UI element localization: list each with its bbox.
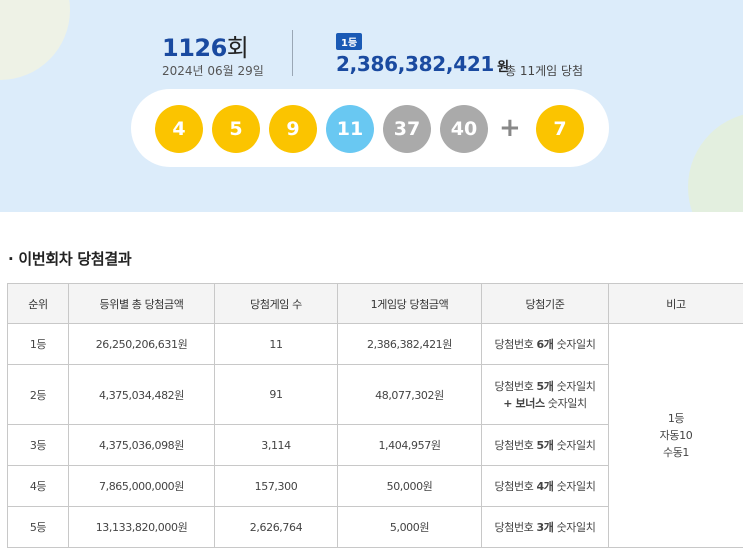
cell-total-prize: 7,865,000,000원	[68, 465, 215, 507]
criteria-text: 3개	[536, 520, 554, 534]
criteria-line: 당첨번호 3개 숫자일치	[482, 519, 608, 536]
cell-winning-games: 91	[214, 364, 338, 425]
criteria-text: 5개	[536, 379, 554, 393]
winning-ball: 5	[212, 105, 260, 153]
winning-ball: 4	[155, 105, 203, 153]
criteria-text: 5개	[536, 438, 554, 452]
header-criteria: 당첨기준	[481, 283, 609, 324]
criteria-text: 4개	[536, 479, 554, 493]
winning-ball: 11	[326, 105, 374, 153]
criteria-text: 숫자일치	[553, 438, 596, 452]
remark-line: 1등	[667, 412, 685, 425]
cell-rank: 2등	[7, 364, 69, 425]
cell-criteria: 당첨번호 5개 숫자일치 + 보너스 숫자일치	[481, 364, 609, 425]
section-title: · 이번회차 당첨결과	[8, 248, 132, 269]
cell-total-prize: 26,250,206,631원	[68, 323, 215, 365]
header-rank: 순위	[7, 283, 69, 324]
first-prize-value: 2,386,382,421	[336, 52, 495, 76]
winning-ball: 40	[440, 105, 488, 153]
divider	[292, 30, 293, 76]
criteria-line: 당첨번호 6개 숫자일치	[482, 336, 608, 353]
criteria-text: + 보너스	[503, 396, 545, 410]
bonus-ball: 7	[536, 105, 584, 153]
criteria-text: 숫자일치	[553, 337, 596, 351]
criteria-text: 당첨번호	[494, 337, 537, 351]
remark-line: 자동10	[659, 429, 693, 442]
cell-rank: 1등	[7, 323, 69, 365]
criteria-text: 숫자일치	[544, 396, 587, 410]
draw-number: 1126회	[162, 28, 249, 63]
cell-per-game-prize: 5,000원	[337, 506, 482, 548]
cell-per-game-prize: 2,386,382,421원	[337, 323, 482, 365]
table-row: 1등 26,250,206,631원 11 2,386,382,421원 당첨번호 6개…	[7, 323, 743, 548]
draw-number-unit: 회	[226, 34, 249, 62]
criteria-line: + 보너스 숫자일치	[482, 395, 608, 412]
winner-note: 총 11게임 당첨	[505, 64, 584, 78]
cell-winning-games: 2,626,764	[214, 506, 338, 548]
cell-rank: 4등	[7, 465, 69, 507]
criteria-line: 당첨번호 5개 숫자일치	[482, 378, 608, 395]
remark-line: 수동1	[662, 446, 690, 459]
cell-per-game-prize: 50,000원	[337, 465, 482, 507]
cell-criteria: 당첨번호 3개 숫자일치	[481, 506, 609, 548]
cell-total-prize: 13,133,820,000원	[68, 506, 215, 548]
cell-rank: 3등	[7, 424, 69, 466]
cell-remarks: 1등자동10 수동1	[608, 323, 743, 548]
decorative-circle	[688, 112, 743, 212]
plus-icon: +	[499, 113, 521, 143]
decorative-circle	[0, 0, 70, 80]
header-remarks: 비고	[608, 283, 743, 324]
section-title-text: 이번회차 당첨결과	[18, 250, 132, 268]
table-header-row: 순위 등위별 총 당첨금액 당첨게임 수 1게임당 당첨금액 당첨기준 비고	[7, 283, 743, 324]
draw-number-value: 1126	[162, 34, 227, 62]
criteria-line: 당첨번호 5개 숫자일치	[482, 437, 608, 454]
bullet-icon: ·	[8, 250, 14, 268]
header-winning-games: 당첨게임 수	[214, 283, 338, 324]
cell-total-prize: 4,375,036,098원	[68, 424, 215, 466]
criteria-text: 당첨번호	[494, 379, 537, 393]
cell-per-game-prize: 48,077,302원	[337, 364, 482, 425]
cell-criteria: 당첨번호 4개 숫자일치	[481, 465, 609, 507]
cell-per-game-prize: 1,404,957원	[337, 424, 482, 466]
criteria-text: 당첨번호	[494, 479, 537, 493]
draw-date: 2024년 06월 29일	[162, 64, 264, 78]
results-table: 순위 등위별 총 당첨금액 당첨게임 수 1게임당 당첨금액 당첨기준 비고 1…	[7, 283, 743, 548]
criteria-text: 6개	[536, 337, 554, 351]
header-total-prize: 등위별 총 당첨금액	[68, 283, 215, 324]
winning-ball: 37	[383, 105, 431, 153]
criteria-text: 당첨번호	[494, 520, 537, 534]
rank-badge: 1등	[336, 33, 363, 50]
cell-criteria: 당첨번호 5개 숫자일치	[481, 424, 609, 466]
criteria-text: 숫자일치	[553, 479, 596, 493]
cell-rank: 5등	[7, 506, 69, 548]
criteria-text: 숫자일치	[553, 379, 596, 393]
header-per-game-prize: 1게임당 당첨금액	[337, 283, 482, 324]
criteria-text: 당첨번호	[494, 438, 537, 452]
criteria-text: 숫자일치	[553, 520, 596, 534]
first-prize-amount: 2,386,382,421 원	[336, 52, 509, 76]
cell-total-prize: 4,375,034,482원	[68, 364, 215, 425]
winning-ball: 9	[269, 105, 317, 153]
cell-winning-games: 157,300	[214, 465, 338, 507]
criteria-line: 당첨번호 4개 숫자일치	[482, 478, 608, 495]
table-body: 1등 26,250,206,631원 11 2,386,382,421원 당첨번호 6개…	[7, 323, 743, 548]
cell-winning-games: 3,114	[214, 424, 338, 466]
cell-criteria: 당첨번호 6개 숫자일치	[481, 323, 609, 365]
cell-winning-games: 11	[214, 323, 338, 365]
